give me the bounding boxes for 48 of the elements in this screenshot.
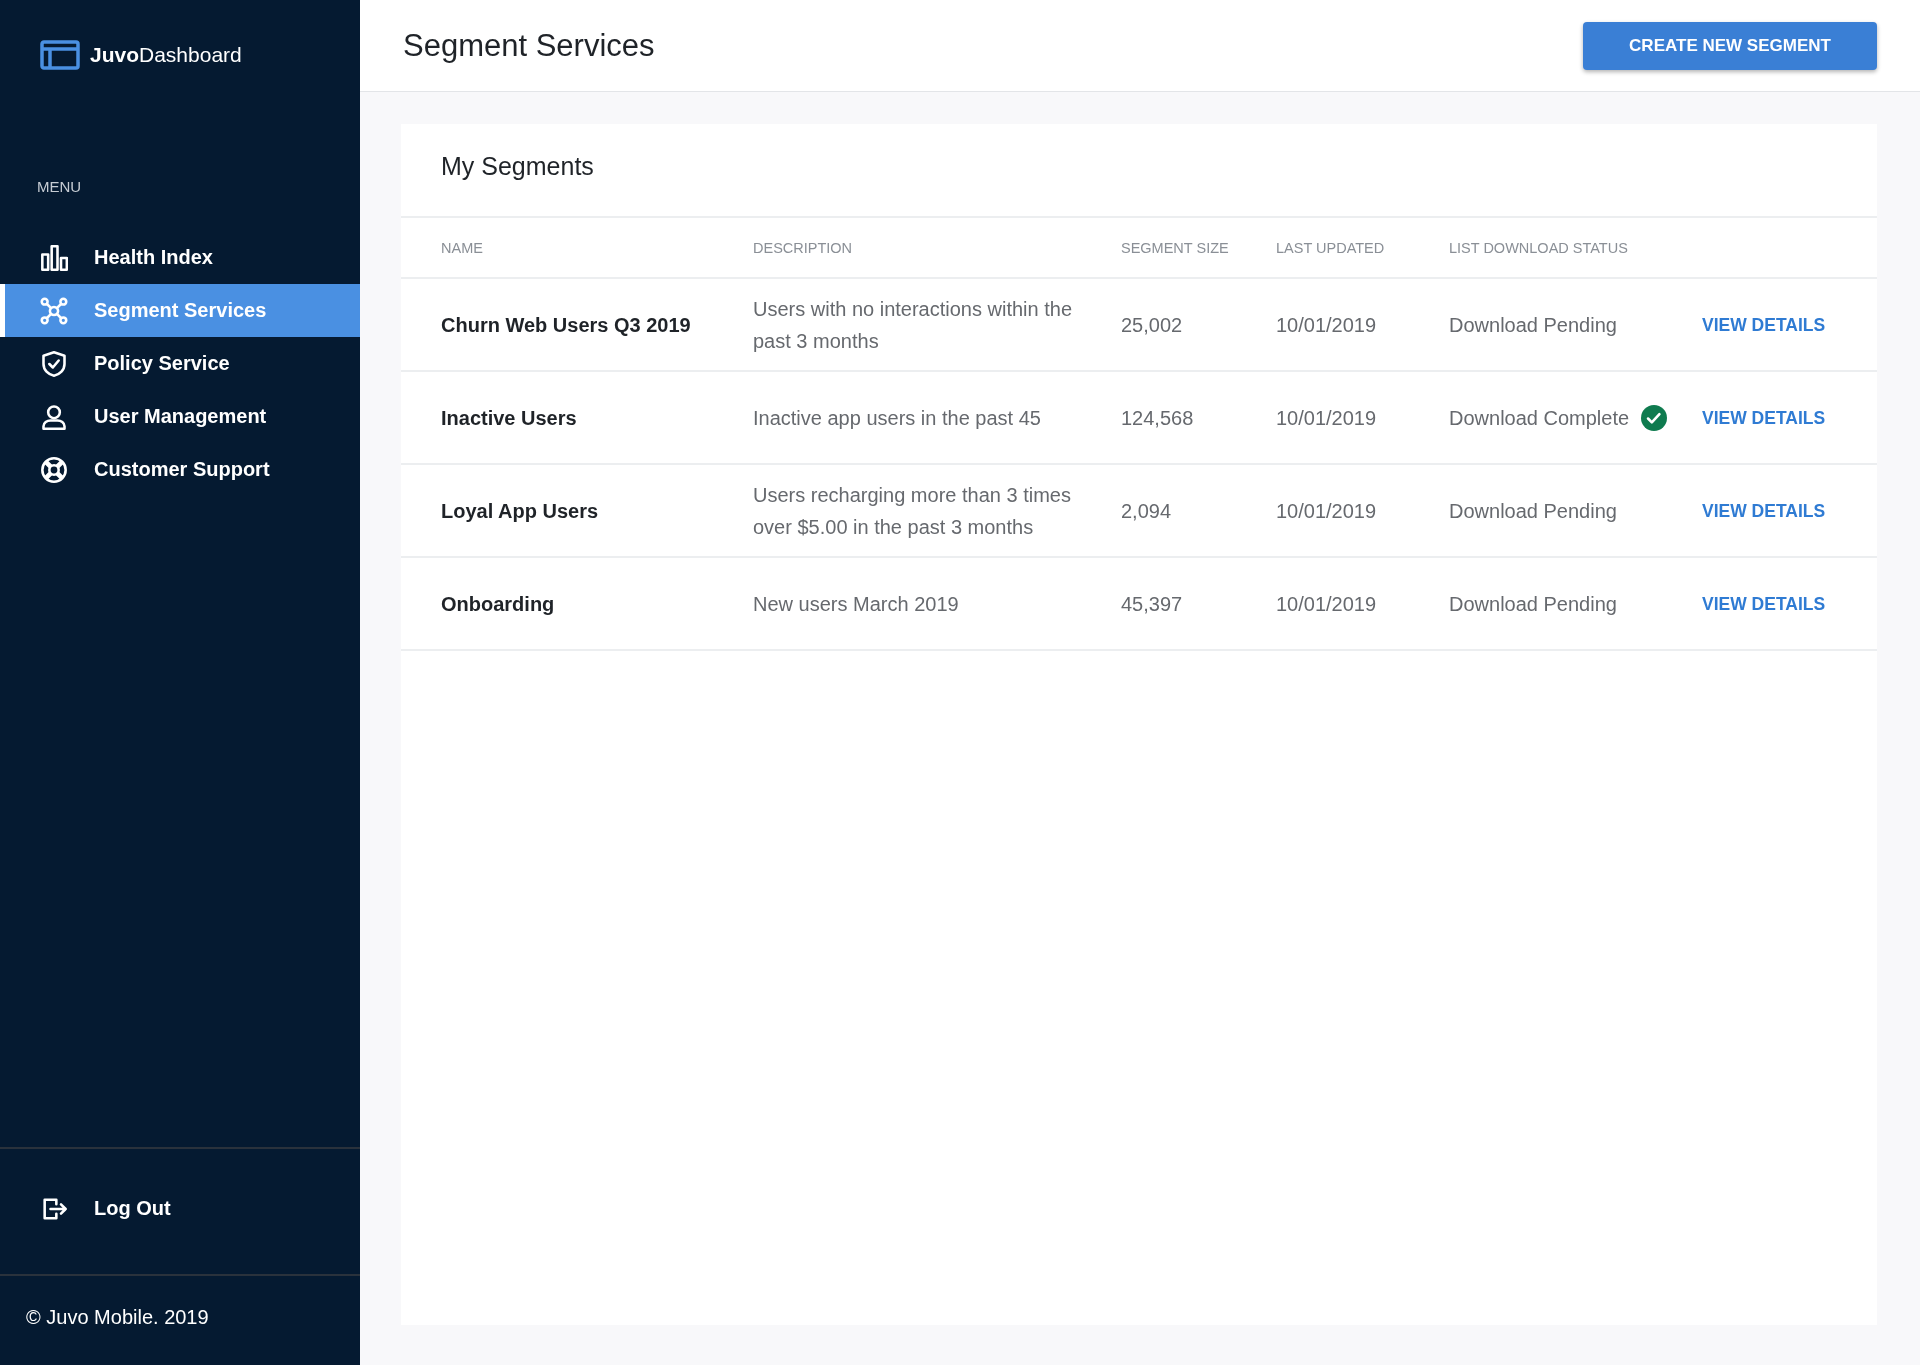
user-icon	[40, 402, 68, 431]
bar-chart-icon	[40, 243, 68, 272]
view-details-link[interactable]: VIEW DETAILS	[1702, 401, 1826, 434]
download-status: Download Pending	[1449, 312, 1617, 338]
segment-size: 45,397	[1121, 558, 1276, 651]
sidebar-item[interactable]: User Management	[0, 390, 360, 443]
download-status: Download Pending	[1449, 591, 1617, 617]
download-status: Download Complete	[1449, 405, 1630, 431]
segment-name: Loyal App Users	[401, 465, 753, 558]
segment-description: New users March 2019	[753, 558, 1121, 651]
menu-heading: MENU	[36, 177, 83, 195]
sidebar-item[interactable]: Health Index	[0, 231, 360, 284]
create-segment-button[interactable]: CREATE NEW SEGMENT	[1583, 21, 1877, 70]
column-header: LAST UPDATED	[1276, 218, 1449, 279]
network-icon	[40, 296, 68, 325]
column-header: SEGMENT SIZE	[1121, 218, 1276, 279]
app-logo-text: JuvoDashboard	[90, 43, 242, 67]
segment-name: Onboarding	[401, 558, 753, 651]
sidebar-item[interactable]: Policy Service	[0, 337, 360, 390]
copyright-text: © Juvo Mobile. 2019	[26, 1306, 209, 1328]
card-title: My Segments	[401, 124, 1877, 218]
segment-description: Users with no interactions within the past 3 months	[753, 279, 1121, 372]
lifebuoy-icon	[40, 455, 68, 484]
view-details-link[interactable]: VIEW DETAILS	[1702, 587, 1826, 620]
column-header: LIST DOWNLOAD STATUS	[1449, 218, 1702, 279]
segment-name: Inactive Users	[401, 372, 753, 465]
view-details-link[interactable]: VIEW DETAILS	[1702, 494, 1826, 527]
column-header: NAME	[401, 218, 753, 279]
last-updated-date: 10/01/2019	[1276, 465, 1449, 558]
page-title: Segment Services	[403, 27, 655, 64]
sidebar-item[interactable]: Customer Support	[0, 443, 360, 496]
shield-check-icon	[40, 349, 68, 378]
layout-logo-icon	[40, 40, 80, 70]
sidebar-item[interactable]: Segment Services	[0, 284, 360, 337]
segment-size: 124,568	[1121, 372, 1276, 465]
column-header: DESCRIPTION	[753, 218, 1121, 279]
logout-button[interactable]: Log Out	[0, 1182, 360, 1235]
segment-description: Users recharging more than 3 times over $5.00 in the past 3 months	[753, 465, 1121, 558]
last-updated-date: 10/01/2019	[1276, 558, 1449, 651]
segment-name: Churn Web Users Q3 2019	[401, 279, 753, 372]
segment-description: Inactive app users in the past 45	[753, 372, 1121, 465]
check-circle-icon	[1641, 404, 1668, 431]
segment-size: 25,002	[1121, 279, 1276, 372]
last-updated-date: 10/01/2019	[1276, 372, 1449, 465]
download-status: Download Pending	[1449, 498, 1617, 524]
last-updated-date: 10/01/2019	[1276, 279, 1449, 372]
segment-size: 2,094	[1121, 465, 1276, 558]
view-details-link[interactable]: VIEW DETAILS	[1702, 308, 1826, 341]
